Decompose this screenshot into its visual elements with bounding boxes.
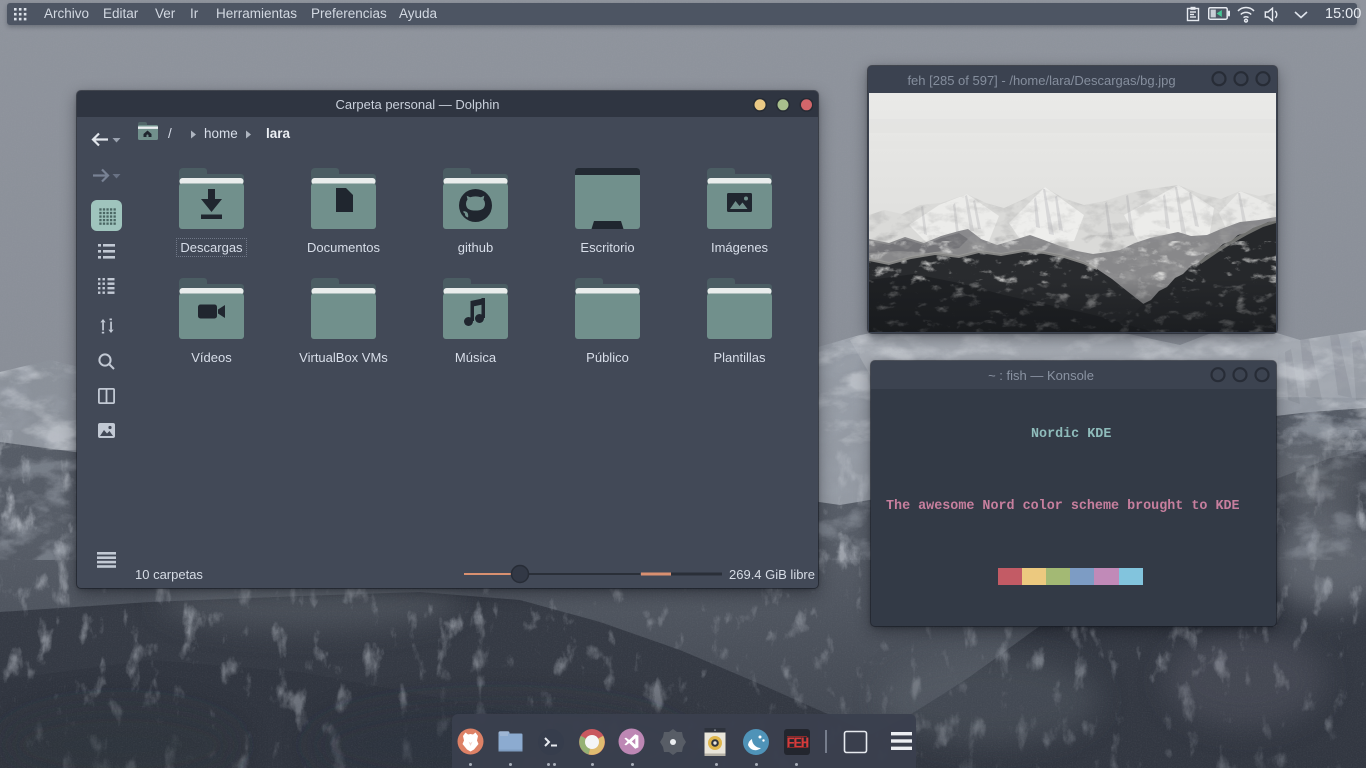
svg-text:FEH: FEH — [786, 737, 808, 753]
